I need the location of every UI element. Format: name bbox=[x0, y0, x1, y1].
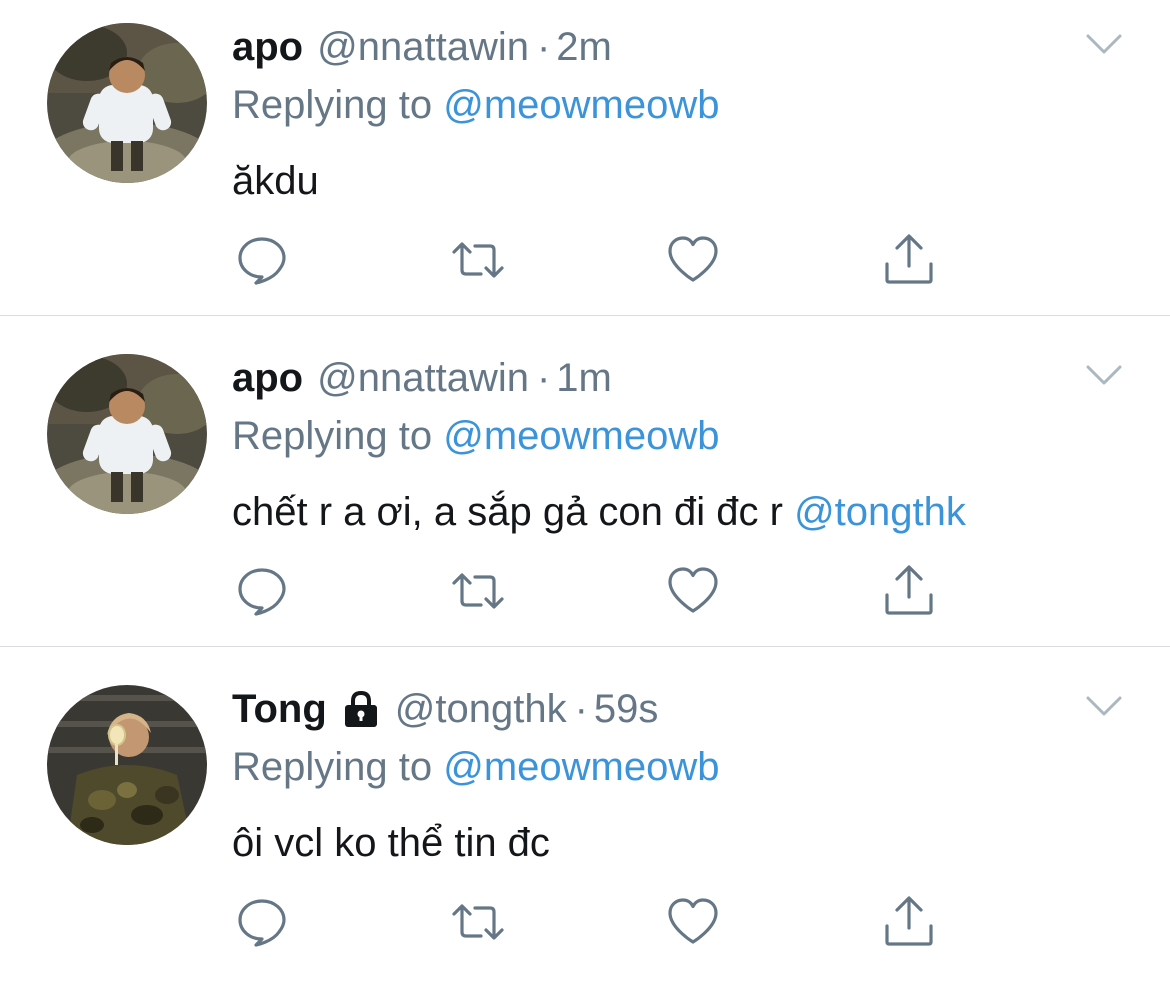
divider bbox=[0, 646, 1170, 647]
avatar[interactable] bbox=[47, 23, 207, 183]
replying-label: Replying to bbox=[232, 414, 433, 458]
timestamp[interactable]: 1m bbox=[556, 351, 612, 405]
timestamp[interactable]: 59s bbox=[594, 682, 659, 736]
tweet-actions bbox=[0, 894, 1170, 950]
chevron-down-icon[interactable] bbox=[1084, 361, 1124, 389]
share-icon[interactable] bbox=[881, 232, 937, 288]
tweet[interactable]: apo @nnattawin · 2m Replying to @meowmeo… bbox=[0, 0, 1170, 330]
separator-dot: · bbox=[574, 687, 588, 731]
share-icon[interactable] bbox=[881, 563, 937, 619]
user-handle[interactable]: @nnattawin bbox=[317, 20, 529, 74]
replying-to: Replying to @meowmeowb bbox=[232, 409, 720, 463]
tweet-text-content: ăkdu bbox=[232, 159, 319, 203]
retweet-icon[interactable] bbox=[450, 563, 506, 619]
display-name[interactable]: apo bbox=[232, 351, 303, 405]
display-name[interactable]: apo bbox=[232, 20, 303, 74]
replying-mention[interactable]: @meowmeowb bbox=[443, 83, 719, 127]
replying-to: Replying to @meowmeowb bbox=[232, 740, 720, 794]
reply-icon[interactable] bbox=[234, 232, 290, 288]
heart-icon[interactable] bbox=[665, 894, 721, 950]
replying-label: Replying to bbox=[232, 83, 433, 127]
chevron-down-icon[interactable] bbox=[1084, 30, 1124, 58]
tweet-text: ôi vcl ko thể tin đc bbox=[232, 816, 550, 870]
chevron-down-icon[interactable] bbox=[1084, 692, 1124, 720]
replying-label: Replying to bbox=[232, 745, 433, 789]
display-name[interactable]: Tong bbox=[232, 682, 327, 736]
tweet[interactable]: Tong @tongthk · 59s Replying to @meowmeo… bbox=[0, 662, 1170, 992]
replying-mention[interactable]: @meowmeowb bbox=[443, 745, 719, 789]
share-icon[interactable] bbox=[881, 894, 937, 950]
user-handle[interactable]: @nnattawin bbox=[317, 351, 529, 405]
retweet-icon[interactable] bbox=[450, 232, 506, 288]
timestamp[interactable]: 2m bbox=[556, 20, 612, 74]
replying-to: Replying to @meowmeowb bbox=[232, 78, 720, 132]
avatar[interactable] bbox=[47, 685, 207, 845]
tweet-text-content: ôi vcl ko thể tin đc bbox=[232, 821, 550, 865]
heart-icon[interactable] bbox=[665, 232, 721, 288]
tweet-text-content: chết r a ơi, a sắp gả con đi đc r bbox=[232, 490, 795, 534]
tweet-mention[interactable]: @tongthk bbox=[794, 490, 966, 534]
avatar[interactable] bbox=[47, 354, 207, 514]
tweet-text: chết r a ơi, a sắp gả con đi đc r @tongt… bbox=[232, 485, 966, 539]
replying-mention[interactable]: @meowmeowb bbox=[443, 414, 719, 458]
tweet-actions bbox=[0, 232, 1170, 288]
reply-icon[interactable] bbox=[234, 563, 290, 619]
tweet-header: apo @nnattawin · 1m bbox=[232, 351, 612, 405]
tweet-header: Tong @tongthk · 59s bbox=[232, 682, 658, 736]
tweet-header: apo @nnattawin · 2m bbox=[232, 20, 612, 74]
tweet-actions bbox=[0, 563, 1170, 619]
separator-dot: · bbox=[536, 356, 551, 400]
lock-icon bbox=[344, 690, 377, 727]
heart-icon[interactable] bbox=[665, 563, 721, 619]
reply-icon[interactable] bbox=[234, 894, 290, 950]
separator-dot: · bbox=[536, 25, 551, 69]
tweet-text: ăkdu bbox=[232, 154, 319, 208]
retweet-icon[interactable] bbox=[450, 894, 506, 950]
tweet[interactable]: apo @nnattawin · 1m Replying to @meowmeo… bbox=[0, 331, 1170, 661]
user-handle[interactable]: @tongthk bbox=[395, 682, 567, 736]
divider bbox=[0, 315, 1170, 316]
